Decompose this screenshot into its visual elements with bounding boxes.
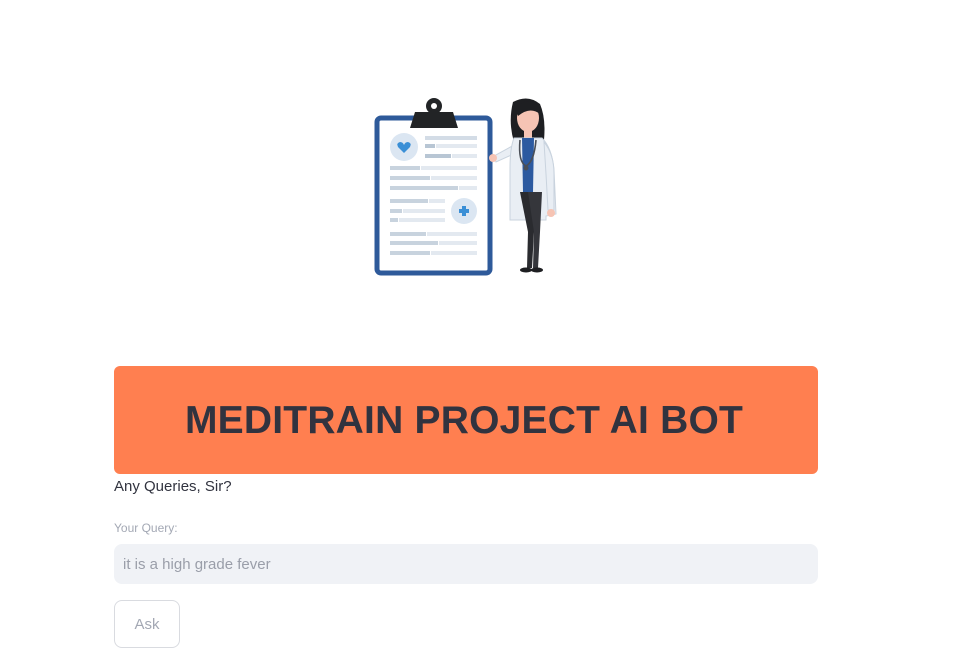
doctor-clipboard-illustration — [374, 98, 557, 276]
doctor-figure — [489, 98, 557, 273]
query-input[interactable] — [114, 544, 818, 584]
title-banner: MEDITRAIN PROJECT AI BOT — [114, 366, 818, 474]
query-label: Your Query: — [114, 521, 178, 535]
prompt-text: Any Queries, Sir? — [114, 478, 232, 495]
clipboard-graphic — [374, 98, 493, 276]
ask-button[interactable]: Ask — [114, 600, 180, 648]
page-title: MEDITRAIN PROJECT AI BOT — [185, 399, 744, 442]
